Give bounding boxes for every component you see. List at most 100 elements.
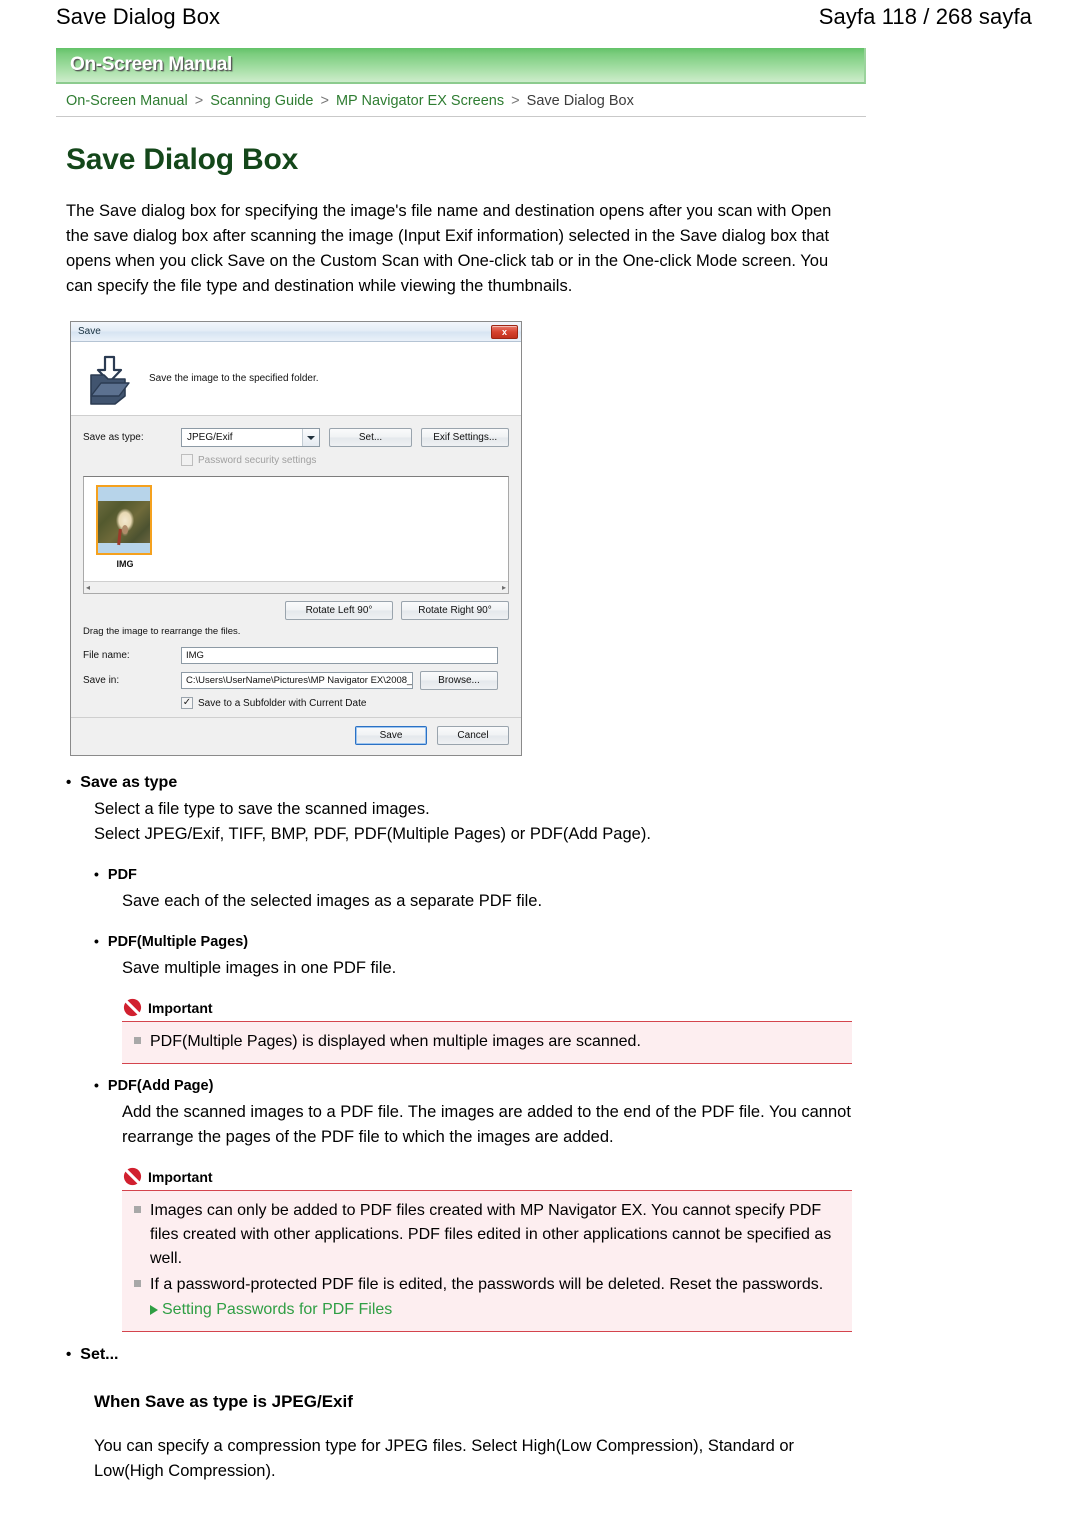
scroll-left-icon[interactable]: ◂ bbox=[86, 583, 90, 592]
save-subfolder-checkbox[interactable]: ✓ bbox=[181, 697, 193, 709]
dialog-banner-text: Save the image to the specified folder. bbox=[149, 373, 319, 384]
thumbnail-image[interactable] bbox=[96, 485, 152, 555]
heading-save-as-type: • Save as type bbox=[66, 774, 866, 792]
save-as-type-value: JPEG/Exif bbox=[187, 432, 233, 443]
on-screen-manual-banner-label: On-Screen Manual bbox=[70, 54, 233, 75]
drag-hint-text: Drag the image to rearrange the files. bbox=[83, 626, 241, 637]
heading-pdf-label: PDF bbox=[107, 867, 137, 883]
thumbnail-photo-detail bbox=[122, 524, 129, 534]
intro-paragraph: The Save dialog box for specifying the i… bbox=[66, 202, 832, 295]
square-bullet-icon bbox=[134, 1037, 141, 1044]
save-to-folder-icon bbox=[83, 353, 135, 405]
heading-set: • Set... bbox=[66, 1346, 866, 1364]
thumbnail-panel[interactable]: IMG ◂ ▸ bbox=[83, 476, 509, 594]
set-button[interactable]: Set... bbox=[328, 428, 413, 447]
thumbnail-photo bbox=[98, 501, 150, 545]
file-name-row: File name: IMG bbox=[83, 647, 509, 664]
bullet-icon: • bbox=[66, 774, 72, 791]
rotate-left-button[interactable]: Rotate Left 90° bbox=[285, 601, 393, 620]
thumbnail-item[interactable]: IMG bbox=[96, 485, 154, 569]
important-label: Important bbox=[148, 1168, 213, 1185]
rotate-buttons-row: Rotate Left 90° Rotate Right 90° bbox=[83, 601, 509, 620]
setting-passwords-link[interactable]: Setting Passwords for PDF Files bbox=[150, 1298, 840, 1322]
heading-pdf-multiple-pages-label: PDF(Multiple Pages) bbox=[107, 934, 249, 950]
save-button[interactable]: Save bbox=[355, 726, 427, 745]
password-security-checkbox[interactable] bbox=[181, 454, 193, 466]
page-header: Save Dialog Box Sayfa 118 / 268 sayfa bbox=[0, 0, 1080, 40]
save-as-type-para2: Select JPEG/Exif, TIFF, BMP, PDF, PDF(Mu… bbox=[94, 825, 651, 843]
save-subfolder-row: ✓ Save to a Subfolder with Current Date bbox=[181, 697, 509, 709]
important-body: Images can only be added to PDF files cr… bbox=[122, 1190, 852, 1332]
important-icon bbox=[122, 997, 143, 1018]
thumbnail-horizontal-scrollbar[interactable]: ◂ ▸ bbox=[84, 581, 508, 593]
rotate-right-button[interactable]: Rotate Right 90° bbox=[401, 601, 509, 620]
save-in-input[interactable]: C:\Users\UserName\Pictures\MP Navigator … bbox=[181, 672, 413, 689]
dialog-title: Save bbox=[78, 326, 101, 337]
breadcrumb-separator: > bbox=[194, 93, 204, 109]
password-security-label: Password security settings bbox=[198, 454, 317, 466]
dialog-titlebar: Save x bbox=[71, 322, 521, 342]
file-name-label: File name: bbox=[83, 650, 130, 661]
save-in-row: Save in: C:\Users\UserName\Pictures\MP N… bbox=[83, 671, 509, 690]
important-item: PDF(Multiple Pages) is displayed when mu… bbox=[132, 1030, 842, 1054]
important-callout-1: Important PDF(Multiple Pages) is display… bbox=[122, 997, 852, 1064]
save-as-type-select[interactable]: JPEG/Exif bbox=[181, 428, 320, 447]
important-item-body: If a password-protected PDF file is edit… bbox=[150, 1276, 824, 1293]
important-icon bbox=[122, 1166, 143, 1187]
important-body: PDF(Multiple Pages) is displayed when mu… bbox=[122, 1021, 852, 1064]
bullet-icon: • bbox=[66, 1346, 72, 1363]
save-as-type-para1: Select a file type to save the scanned i… bbox=[94, 800, 430, 818]
important-item: If a password-protected PDF file is edit… bbox=[132, 1273, 842, 1322]
pdf-multiple-pages-body: Save multiple images in one PDF file. bbox=[122, 959, 397, 977]
save-subfolder-label: Save to a Subfolder with Current Date bbox=[198, 697, 367, 709]
exif-settings-button[interactable]: Exif Settings... bbox=[421, 428, 509, 447]
setting-passwords-link-label: Setting Passwords for PDF Files bbox=[162, 1301, 393, 1318]
pdf-body: Save each of the selected images as a se… bbox=[122, 892, 543, 910]
breadcrumb-separator: > bbox=[320, 93, 329, 109]
breadcrumb-item-scanning-guide[interactable]: Scanning Guide bbox=[210, 93, 313, 109]
breadcrumb-separator: > bbox=[511, 93, 520, 109]
bullet-icon: • bbox=[94, 866, 99, 882]
important-item: Images can only be added to PDF files cr… bbox=[132, 1199, 842, 1271]
square-bullet-icon bbox=[134, 1280, 141, 1287]
important-item-text: Images can only be added to PDF files cr… bbox=[150, 1202, 832, 1267]
heading-pdf: • PDF bbox=[94, 867, 866, 883]
page-header-title: Save Dialog Box bbox=[56, 4, 221, 29]
browse-button[interactable]: Browse... bbox=[420, 671, 498, 690]
chevron-down-icon[interactable] bbox=[301, 429, 319, 446]
bullet-icon: • bbox=[94, 1077, 99, 1093]
arrow-right-icon bbox=[150, 1305, 158, 1315]
on-screen-manual-banner: On-Screen Manual bbox=[56, 48, 866, 84]
document-content: On-Screen Manual On-Screen Manual > Scan… bbox=[56, 48, 866, 1484]
breadcrumb-item-save-dialog-box: Save Dialog Box bbox=[526, 93, 634, 109]
section-save-as-type: • Save as type Select a file type to sav… bbox=[66, 774, 866, 1484]
heading-pdf-multiple-pages: • PDF(Multiple Pages) bbox=[94, 934, 866, 950]
page-number-indicator: Sayfa 118 / 268 sayfa bbox=[818, 4, 1032, 29]
important-label: Important bbox=[148, 999, 213, 1016]
save-in-label: Save in: bbox=[83, 675, 120, 686]
password-security-row: Password security settings bbox=[181, 454, 509, 466]
heading-pdf-add-page-label: PDF(Add Page) bbox=[107, 1078, 214, 1094]
cancel-button[interactable]: Cancel bbox=[437, 726, 509, 745]
breadcrumb-item-mp-navigator-ex-screens[interactable]: MP Navigator EX Screens bbox=[336, 93, 504, 109]
breadcrumb: On-Screen Manual > Scanning Guide > MP N… bbox=[56, 84, 866, 117]
scroll-right-icon[interactable]: ▸ bbox=[502, 583, 506, 592]
file-name-input[interactable]: IMG bbox=[181, 647, 498, 664]
page-title: Save Dialog Box bbox=[66, 143, 299, 176]
set-body: You can specify a compression type for J… bbox=[94, 1437, 795, 1480]
breadcrumb-item-on-screen-manual[interactable]: On-Screen Manual bbox=[66, 93, 188, 109]
heading-pdf-add-page: • PDF(Add Page) bbox=[94, 1078, 866, 1094]
important-item-text: PDF(Multiple Pages) is displayed when mu… bbox=[150, 1033, 641, 1050]
pdf-add-page-body: Add the scanned images to a PDF file. Th… bbox=[122, 1103, 851, 1146]
sub-heading-jpeg-exif: When Save as type is JPEG/Exif bbox=[94, 1392, 353, 1411]
close-icon[interactable]: x bbox=[491, 324, 518, 339]
important-header: Important bbox=[122, 997, 852, 1018]
dialog-banner: Save the image to the specified folder. bbox=[71, 342, 521, 416]
important-header: Important bbox=[122, 1166, 852, 1187]
save-dialog-screenshot: Save x Save the image to the specified f… bbox=[70, 321, 522, 756]
square-bullet-icon bbox=[134, 1206, 141, 1213]
bullet-icon: • bbox=[94, 933, 99, 949]
thumbnail-label: IMG bbox=[116, 559, 134, 569]
save-as-type-row: Save as type: JPEG/Exif Set... Exif Sett… bbox=[83, 428, 509, 447]
heading-save-as-type-label: Save as type bbox=[80, 774, 178, 791]
